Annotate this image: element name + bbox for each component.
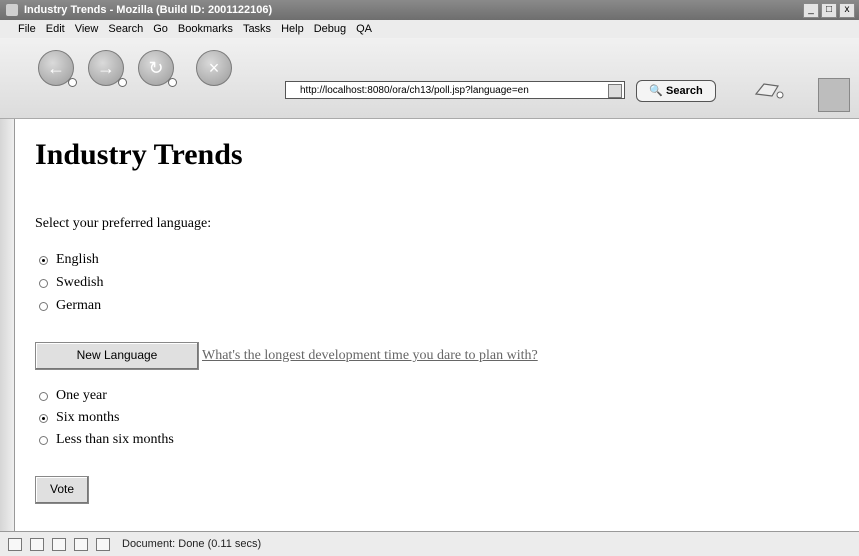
radio-six-months-label: Six months [56, 410, 120, 425]
new-language-button[interactable]: New Language [35, 342, 199, 370]
navigator-icon[interactable] [8, 537, 22, 551]
reload-dropdown[interactable] [168, 78, 177, 87]
address-book-icon[interactable] [96, 537, 110, 551]
mozilla-app-icon [6, 4, 18, 16]
magnifier-icon: 🔍 [649, 85, 663, 97]
radio-six-months[interactable]: Six months [39, 410, 119, 426]
menu-qa[interactable]: QA [356, 23, 372, 35]
radio-less-than-six-months-button[interactable] [39, 435, 48, 445]
radio-english[interactable]: English [39, 252, 99, 268]
page-content: Industry Trends Select your preferred la… [15, 120, 858, 531]
menu-view[interactable]: View [75, 23, 99, 35]
forward-history-dropdown[interactable] [118, 78, 127, 87]
status-text: Document: Done (0.11 secs) [122, 538, 262, 550]
stop-icon: × [208, 58, 220, 78]
back-arrow-icon: ← [47, 58, 65, 78]
radio-one-year-button[interactable] [39, 391, 48, 401]
menu-file[interactable]: File [18, 23, 36, 35]
composer-icon[interactable] [74, 537, 88, 551]
radio-less-than-six-months-label: Less than six months [56, 432, 174, 447]
language-prompt: Select your preferred language: [35, 216, 212, 231]
status-bar: Document: Done (0.11 secs) [0, 531, 859, 556]
print-icon[interactable] [754, 80, 784, 100]
radio-six-months-button[interactable] [39, 413, 48, 423]
url-field[interactable]: http://localhost:8080/ora/ch13/poll.jsp?… [285, 81, 625, 99]
reload-icon: ↻ [148, 58, 164, 78]
menu-debug[interactable]: Debug [314, 23, 346, 35]
radio-less-than-six-months[interactable]: Less than six months [39, 432, 174, 448]
url-dropdown-icon[interactable] [608, 84, 622, 98]
menu-bookmarks[interactable]: Bookmarks [178, 23, 233, 35]
url-text: http://localhost:8080/ora/ch13/poll.jsp?… [300, 85, 529, 96]
minimize-button[interactable]: _ [803, 2, 819, 18]
menu-tasks[interactable]: Tasks [243, 23, 271, 35]
close-button[interactable]: x [839, 2, 855, 18]
radio-swedish-label: Swedish [56, 275, 104, 290]
forward-arrow-icon: → [97, 58, 115, 78]
radio-english-button[interactable] [39, 255, 48, 265]
radio-german-label: German [56, 298, 102, 313]
window-controls: _ □ x [803, 2, 855, 18]
radio-swedish-button[interactable] [39, 278, 48, 288]
menu-edit[interactable]: Edit [46, 23, 65, 35]
vote-button[interactable]: Vote [35, 476, 89, 504]
radio-german-button[interactable] [39, 301, 48, 311]
radio-one-year-label: One year [56, 388, 107, 403]
search-button[interactable]: 🔍 Search [636, 80, 716, 102]
window-title: Industry Trends - Mozilla (Build ID: 200… [24, 4, 273, 16]
maximize-button[interactable]: □ [821, 2, 837, 18]
mail-icon[interactable] [30, 537, 44, 551]
search-label: Search [666, 85, 703, 97]
browser-window: Industry Trends - Mozilla (Build ID: 200… [0, 0, 859, 556]
chat-icon[interactable] [52, 537, 66, 551]
radio-one-year[interactable]: One year [39, 388, 107, 404]
stop-button[interactable]: × [196, 50, 232, 86]
poll-question-link[interactable]: What's the longest development time you … [202, 348, 538, 364]
radio-swedish[interactable]: Swedish [39, 275, 103, 291]
radio-german[interactable]: German [39, 298, 101, 314]
menu-help[interactable]: Help [281, 23, 304, 35]
mozilla-throbber-icon[interactable] [818, 78, 850, 112]
back-history-dropdown[interactable] [68, 78, 77, 87]
title-bar: Industry Trends - Mozilla (Build ID: 200… [0, 0, 859, 20]
page-heading: Industry Trends [35, 138, 243, 171]
menu-go[interactable]: Go [153, 23, 168, 35]
sidebar-splitter[interactable] [0, 119, 15, 531]
navigation-toolbar: ← → ↻ × http://localhost:8080/ora/ch13/p… [0, 38, 859, 119]
radio-english-label: English [56, 252, 99, 267]
menu-search[interactable]: Search [108, 23, 143, 35]
menu-bar: File Edit View Search Go Bookmarks Tasks… [0, 20, 859, 38]
